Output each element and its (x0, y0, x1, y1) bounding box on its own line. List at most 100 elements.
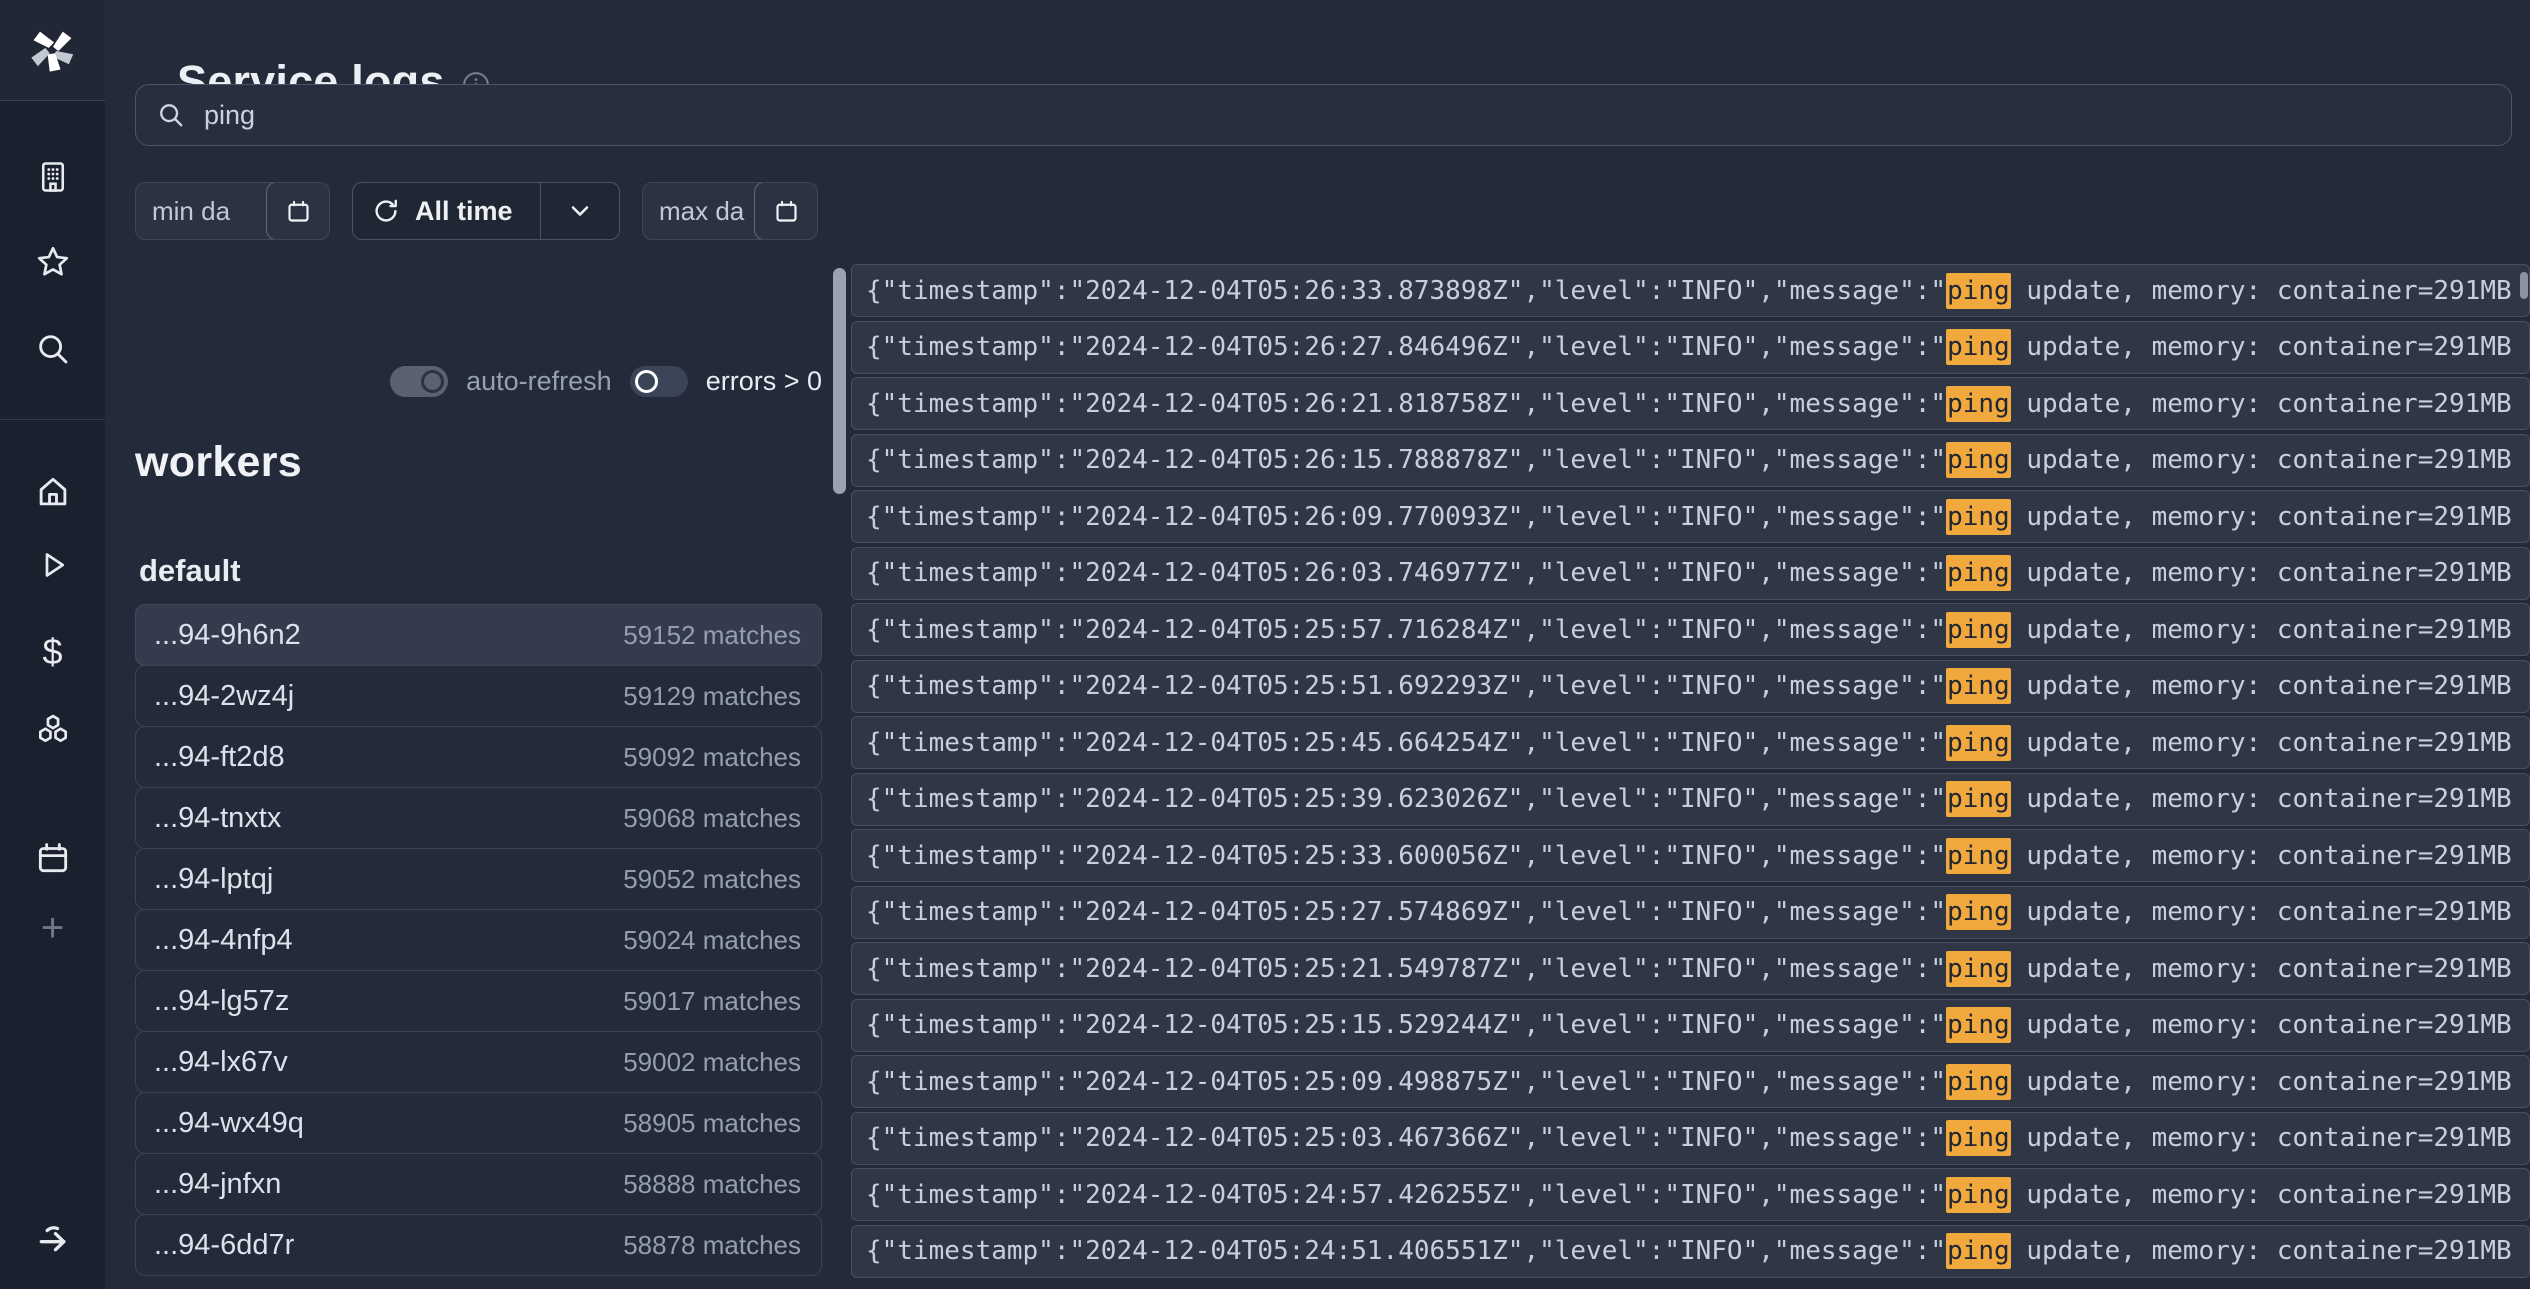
worker-match-count: 59068 matches (623, 803, 801, 834)
search-match-highlight: ping (1946, 273, 2011, 309)
log-line[interactable]: {"timestamp":"2024-12-04T05:25:15.529244… (851, 999, 2530, 1052)
log-text: {"timestamp":"2024-12-04T05:24:57.426255… (866, 1180, 1946, 1210)
auto-refresh-toggle[interactable] (390, 366, 448, 397)
sidebar: $ + (0, 0, 105, 1289)
worker-id: ...94-6dd7r (154, 1229, 294, 1262)
sidebar-divider (0, 419, 105, 420)
worker-list-item[interactable]: ...94-4nfp4 59024 matches (135, 909, 822, 971)
log-line[interactable]: {"timestamp":"2024-12-04T05:25:51.692293… (851, 660, 2530, 713)
sidebar-item-organization[interactable] (31, 155, 75, 199)
auto-refresh-label: auto-refresh (466, 366, 612, 397)
log-line[interactable]: {"timestamp":"2024-12-04T05:25:03.467366… (851, 1112, 2530, 1165)
search-match-highlight: ping (1946, 499, 2011, 535)
worker-match-count: 59017 matches (623, 986, 801, 1017)
sidebar-item-add[interactable]: + (31, 906, 75, 950)
log-scrollbar-thumb[interactable] (833, 268, 846, 494)
min-date-field[interactable]: min da (135, 182, 330, 240)
sidebar-item-search[interactable] (31, 327, 75, 371)
log-text: {"timestamp":"2024-12-04T05:25:39.623026… (866, 784, 1946, 814)
log-line[interactable]: {"timestamp":"2024-12-04T05:25:33.600056… (851, 829, 2530, 882)
log-text: update, memory: container=291MB (2011, 897, 2512, 927)
worker-list-item[interactable]: ...94-lx67v 59002 matches (135, 1031, 822, 1093)
worker-id: ...94-ft2d8 (154, 741, 285, 774)
log-text: {"timestamp":"2024-12-04T05:26:27.846496… (866, 332, 1946, 362)
calendar-icon (285, 198, 312, 225)
log-text: {"timestamp":"2024-12-04T05:25:33.600056… (866, 841, 1946, 871)
search-match-highlight: ping (1946, 668, 2011, 704)
star-icon (34, 243, 72, 281)
max-date-field[interactable]: max da (642, 182, 818, 240)
sidebar-item-run[interactable] (31, 543, 75, 587)
sidebar-item-resources[interactable] (31, 708, 75, 752)
log-text: update, memory: container=291MB (2011, 1180, 2512, 1210)
time-range-dropdown[interactable]: All time (352, 182, 620, 240)
worker-list-item[interactable]: ...94-tnxtx 59068 matches (135, 787, 822, 849)
sidebar-item-schedule[interactable] (31, 836, 75, 880)
worker-match-count: 59052 matches (623, 864, 801, 895)
search-match-highlight: ping (1946, 1120, 2011, 1156)
log-text: update, memory: container=291MB (2011, 841, 2512, 871)
time-range-value: All time (415, 196, 513, 227)
log-text: update, memory: container=291MB (2011, 389, 2512, 419)
worker-list-item[interactable]: ...94-lptqj 59052 matches (135, 848, 822, 910)
log-line[interactable]: {"timestamp":"2024-12-04T05:26:21.818758… (851, 377, 2530, 430)
log-line[interactable]: {"timestamp":"2024-12-04T05:26:03.746977… (851, 547, 2530, 600)
log-line[interactable]: {"timestamp":"2024-12-04T05:25:45.664254… (851, 716, 2530, 769)
log-text: update, memory: container=291MB (2011, 728, 2512, 758)
log-line[interactable]: {"timestamp":"2024-12-04T05:25:21.549787… (851, 942, 2530, 995)
log-text: update, memory: container=291MB (2011, 445, 2512, 475)
log-text: update, memory: container=291MB (2011, 615, 2512, 645)
log-line[interactable]: {"timestamp":"2024-12-04T05:25:39.623026… (851, 773, 2530, 826)
log-text: {"timestamp":"2024-12-04T05:26:33.873898… (866, 276, 1946, 306)
worker-list-item[interactable]: ...94-2wz4j 59129 matches (135, 665, 822, 727)
search-match-highlight: ping (1946, 725, 2011, 761)
worker-match-count: 58905 matches (623, 1108, 801, 1139)
toggle-knob (421, 370, 444, 393)
log-line[interactable]: {"timestamp":"2024-12-04T05:26:27.846496… (851, 321, 2530, 374)
worker-list-item[interactable]: ...94-lg57z 59017 matches (135, 970, 822, 1032)
errors-toggle[interactable] (630, 366, 688, 397)
log-line[interactable]: {"timestamp":"2024-12-04T05:24:57.426255… (851, 1168, 2530, 1221)
log-text: update, memory: container=291MB (2011, 954, 2512, 984)
worker-list-item[interactable]: ...94-9h6n2 59152 matches (135, 604, 822, 666)
worker-list-item[interactable]: ...94-ft2d8 59092 matches (135, 726, 822, 788)
log-text: update, memory: container=291MB (2011, 671, 2512, 701)
worker-list: ...94-9h6n2 59152 matches ...94-2wz4j 59… (135, 604, 822, 1276)
right-scrollbar-thumb[interactable] (2520, 272, 2528, 299)
log-text: {"timestamp":"2024-12-04T05:25:09.498875… (866, 1067, 1946, 1097)
log-text: {"timestamp":"2024-12-04T05:26:15.788878… (866, 445, 1946, 475)
worker-match-count: 59002 matches (623, 1047, 801, 1078)
log-text: {"timestamp":"2024-12-04T05:26:09.770093… (866, 502, 1946, 532)
sidebar-collapse-button[interactable] (31, 1218, 75, 1262)
sidebar-item-home[interactable] (31, 470, 75, 514)
sidebar-item-favorites[interactable] (31, 240, 75, 284)
search-match-highlight: ping (1946, 1007, 2011, 1043)
worker-list-item[interactable]: ...94-wx49q 58905 matches (135, 1092, 822, 1154)
log-text: update, memory: container=291MB (2011, 784, 2512, 814)
search-input[interactable] (204, 100, 2491, 131)
worker-list-item[interactable]: ...94-6dd7r 58878 matches (135, 1214, 822, 1276)
cubes-icon (34, 711, 72, 749)
log-line[interactable]: {"timestamp":"2024-12-04T05:25:27.574869… (851, 886, 2530, 939)
log-line[interactable]: {"timestamp":"2024-12-04T05:26:15.788878… (851, 434, 2530, 487)
log-search-bar[interactable] (135, 84, 2512, 146)
log-line[interactable]: {"timestamp":"2024-12-04T05:26:09.770093… (851, 490, 2530, 543)
sidebar-item-billing[interactable]: $ (31, 630, 75, 674)
log-line[interactable]: {"timestamp":"2024-12-04T05:25:57.716284… (851, 603, 2530, 656)
worker-list-item[interactable]: ...94-jnfxn 58888 matches (135, 1153, 822, 1215)
min-date-calendar-button[interactable] (266, 182, 330, 240)
log-line[interactable]: {"timestamp":"2024-12-04T05:25:09.498875… (851, 1055, 2530, 1108)
log-text: update, memory: container=291MB (2011, 1010, 2512, 1040)
log-line[interactable]: {"timestamp":"2024-12-04T05:26:33.873898… (851, 264, 2530, 317)
log-panel: {"timestamp":"2024-12-04T05:26:33.873898… (833, 258, 2530, 1289)
max-date-calendar-button[interactable] (754, 182, 818, 240)
log-text: {"timestamp":"2024-12-04T05:25:03.467366… (866, 1123, 1946, 1153)
app-logo[interactable] (0, 0, 105, 101)
calendar-icon (34, 839, 72, 877)
worker-id: ...94-tnxtx (154, 802, 281, 835)
log-line[interactable]: {"timestamp":"2024-12-04T05:24:51.406551… (851, 1225, 2530, 1278)
chevron-down-icon[interactable] (541, 197, 619, 225)
log-scrollbar-track[interactable] (833, 258, 847, 1289)
search-match-highlight: ping (1946, 329, 2011, 365)
log-text: update, memory: container=291MB (2011, 502, 2512, 532)
